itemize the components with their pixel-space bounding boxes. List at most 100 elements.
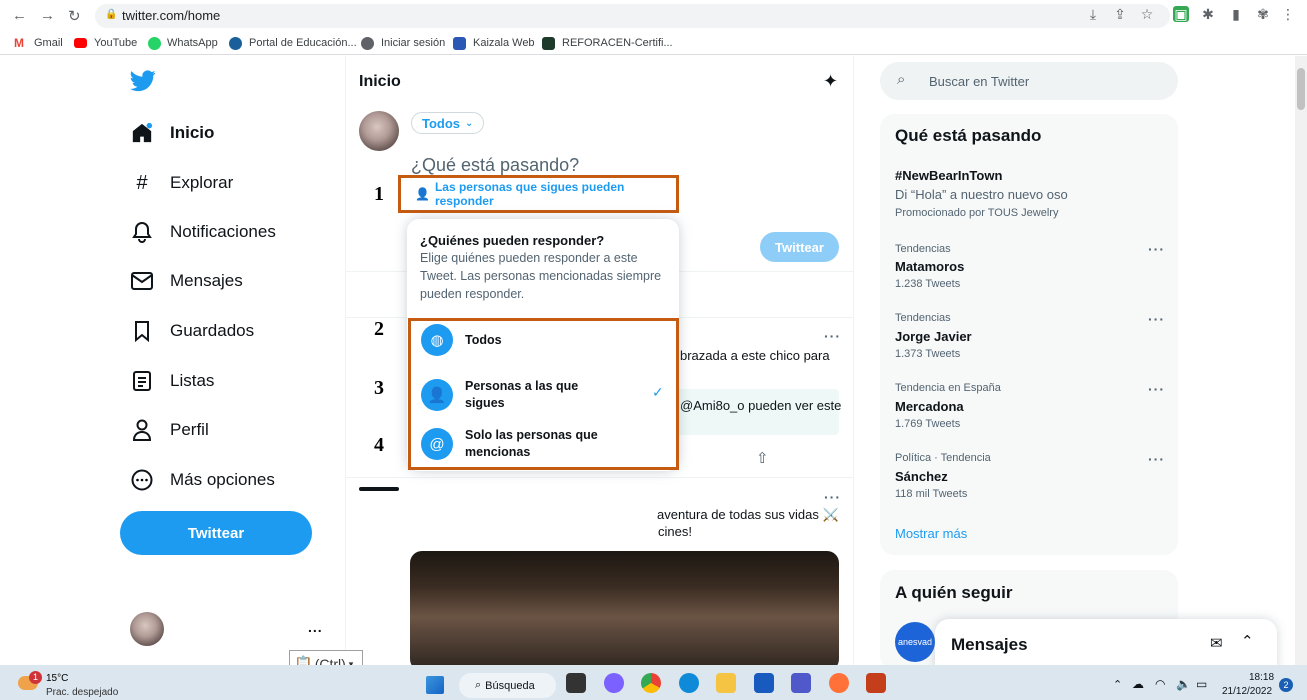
powerpoint-icon[interactable] (866, 673, 886, 693)
person-check-icon: 👤 (415, 187, 430, 201)
clock-time[interactable]: 18:18 (1249, 672, 1274, 683)
bookmark-youtube[interactable]: YouTube (94, 37, 137, 49)
taskbar-search[interactable]: ⌕ Búsqueda (459, 673, 556, 698)
bookmark-gmail[interactable]: Gmail (34, 37, 63, 49)
trend-more-icon[interactable]: ··· (1148, 311, 1165, 327)
promo-tag[interactable]: #NewBearInTown (895, 168, 1002, 183)
sidebar-item-listas[interactable]: Listas (130, 366, 214, 396)
reload-icon[interactable]: ↻ (68, 7, 81, 25)
reply-setting-label: Las personas que sigues pueden responder (434, 180, 625, 208)
option-label: Todos (465, 332, 502, 347)
composer-avatar[interactable] (359, 111, 399, 151)
option-personas-sigues[interactable]: 👤 Personas a las que sigues (421, 378, 615, 412)
windows-start-icon[interactable] (426, 676, 444, 694)
edge-icon[interactable] (679, 673, 699, 693)
forward-icon[interactable]: → (40, 7, 55, 24)
bell-icon (130, 220, 154, 244)
weather-desc: Prac. despejado (46, 687, 119, 698)
page-title: Inicio (359, 73, 401, 90)
wifi-icon[interactable]: ◠ (1155, 677, 1165, 691)
annotation-number: 1 (374, 183, 384, 205)
taskbar-search-label: Búsqueda (485, 679, 535, 692)
sidebar-item-inicio[interactable]: Inicio (130, 118, 214, 148)
chrome-icon[interactable] (641, 673, 661, 693)
trend-more-icon[interactable]: ··· (1148, 241, 1165, 257)
sidebar-item-notificaciones[interactable]: Notificaciones (130, 217, 276, 247)
account-avatar[interactable] (130, 612, 164, 646)
compose-input[interactable]: ¿Qué está pasando? (411, 155, 579, 176)
install-icon[interactable]: ⤓ (1085, 6, 1101, 22)
weather-temp: 15°C (46, 673, 69, 684)
tweet-media[interactable] (410, 551, 839, 665)
scrollbar-thumb[interactable] (1297, 68, 1305, 110)
sidebar-item-mensajes[interactable]: Mensajes (130, 266, 243, 296)
sidebar-item-explorar[interactable]: # Explorar (130, 168, 233, 198)
teams-icon[interactable] (791, 673, 811, 693)
option-todos[interactable]: ◍ Todos (421, 324, 615, 356)
audience-selector[interactable]: Todos ⌄ (411, 112, 485, 134)
address-bar[interactable] (95, 4, 1170, 28)
sidebar-item-label: Notificaciones (170, 222, 276, 241)
sidebar-item-perfil[interactable]: Perfil (130, 415, 209, 445)
sidepanel-icon[interactable]: ▮ (1228, 6, 1244, 22)
trend-more-icon[interactable]: ··· (1148, 451, 1165, 467)
bookmark-whatsapp[interactable]: WhatsApp (167, 37, 218, 49)
back-icon[interactable]: ← (12, 7, 27, 24)
account-more-icon[interactable]: ... (308, 619, 323, 635)
bookmark-icon (130, 319, 154, 343)
new-message-icon[interactable]: ✉ (1210, 634, 1223, 652)
tray-chevron-icon[interactable]: ⌃ (1113, 678, 1122, 691)
battery-icon[interactable]: ▭ (1196, 677, 1207, 691)
home-icon (130, 121, 154, 145)
chat-icon[interactable] (604, 673, 624, 693)
profile-icon[interactable]: ✾ (1255, 6, 1271, 22)
sparkle-icon[interactable]: ✦ (823, 71, 838, 92)
check-icon: ✓ (652, 384, 664, 400)
tweet-button[interactable]: Twittear (120, 511, 312, 555)
trend-context: Tendencia en España (895, 382, 1001, 394)
puzzle-icon[interactable]: ✱ (1200, 6, 1216, 22)
reply-setting-button[interactable]: 👤 Las personas que sigues pueden respond… (398, 175, 679, 213)
onedrive-icon[interactable]: ☁ (1132, 677, 1144, 691)
bookmark-reforacen[interactable]: REFORACEN-Certifi... (562, 37, 673, 49)
twitter-logo-icon[interactable] (130, 70, 156, 92)
task-view-icon[interactable] (566, 673, 586, 693)
bookmark-iniciar[interactable]: Iniciar sesión (381, 37, 445, 49)
trend-name[interactable]: Sánchez (895, 469, 948, 484)
word-icon[interactable] (754, 673, 774, 693)
clock-date[interactable]: 21/12/2022 (1222, 686, 1272, 697)
scrollbar[interactable] (1295, 56, 1307, 665)
sidebar-item-label: Mensajes (170, 271, 243, 290)
notification-badge[interactable]: 2 (1279, 678, 1293, 692)
trend-name[interactable]: Jorge Javier (895, 329, 972, 344)
bookmark-portal[interactable]: Portal de Educación... (249, 37, 357, 49)
trend-name[interactable]: Mercadona (895, 399, 964, 414)
menu-title: ¿Quiénes pueden responder? (420, 233, 605, 248)
follow-avatar[interactable]: anesvad (895, 622, 935, 662)
tweet-more-icon[interactable]: ··· (824, 328, 841, 344)
option-mencionadas[interactable]: @ Solo las personas que mencionas (421, 427, 615, 461)
volume-icon[interactable]: 🔈 (1176, 677, 1191, 691)
expand-icon[interactable]: ⌃ (1241, 632, 1254, 650)
extension-icon[interactable]: ▣ (1173, 6, 1189, 22)
compose-tweet-button[interactable]: Twittear (760, 232, 839, 262)
sidebar-item-guardados[interactable]: Guardados (130, 316, 254, 346)
tweet-more-icon[interactable]: ··· (824, 489, 841, 505)
url-text[interactable]: twitter.com/home (122, 8, 220, 23)
star-icon[interactable]: ☆ (1139, 6, 1155, 22)
bookmark-kaizala[interactable]: Kaizala Web (473, 37, 535, 49)
sidebar-item-mas-opciones[interactable]: Más opciones (130, 465, 275, 495)
share-icon[interactable]: ⇧ (756, 449, 769, 467)
tweet-avatar (359, 487, 399, 491)
divider (345, 477, 853, 478)
share-icon[interactable]: ⇪ (1112, 6, 1128, 22)
twitter-page: Inicio # Explorar Notificaciones Mensaje… (0, 56, 1307, 665)
file-explorer-icon[interactable] (716, 673, 736, 693)
menu-icon[interactable]: ⋮ (1280, 6, 1296, 22)
trend-more-icon[interactable]: ··· (1148, 381, 1165, 397)
trend-count: 1.769 Tweets (895, 418, 961, 430)
trend-count: 1.373 Tweets (895, 348, 961, 360)
show-more-link[interactable]: Mostrar más (895, 526, 967, 541)
firefox-icon[interactable] (829, 673, 849, 693)
trend-name[interactable]: Matamoros (895, 259, 964, 274)
